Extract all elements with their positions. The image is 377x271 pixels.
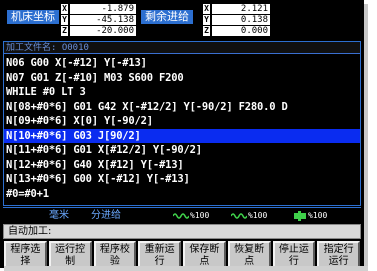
coordinate-panel: 机床坐标 X -1.879 Y -45.138 Z -20.000 剩余进给 X… <box>3 3 361 39</box>
feed-mode-indicator: 分进给 <box>91 210 121 221</box>
program-line-current[interactable]: N[10+#0*6] G03 J[90/2] <box>4 128 360 143</box>
program-line[interactable]: N[12+#0*6] G40 X[#12] Y[-#13] <box>4 158 360 173</box>
window-shadow-bottom <box>4 266 368 271</box>
rapid-bar-icon <box>294 211 306 221</box>
machine-axis-z: Z <box>61 26 68 36</box>
machine-coord-label: 机床坐标 <box>7 10 59 24</box>
machine-axis-y: Y <box>61 15 68 25</box>
mode-bar: 自动加工: <box>3 224 361 239</box>
remaining-axis-x: X <box>203 4 210 14</box>
program-line[interactable]: #0=#0+1 <box>4 187 360 202</box>
softkey-1[interactable]: 程序选择 <box>4 241 47 268</box>
program-code-list[interactable]: N06 G00 X[-#12] Y[-#13] N07 G01 Z[-#10] M… <box>4 56 360 201</box>
remaining-x-value: 2.121 <box>212 4 270 14</box>
remaining-y-value: 0.138 <box>212 15 270 25</box>
remaining-axis-y: Y <box>203 15 210 25</box>
machine-y-value: -45.138 <box>70 15 136 25</box>
softkey-bar: 程序选择 运行控制 程序校验 重新运行 保存断点 恢复断点 停止运行 指定行运行 <box>3 240 361 268</box>
softkey-8[interactable]: 指定行运行 <box>317 241 360 268</box>
spindle-override-value: %100 <box>248 211 268 220</box>
remaining-axis-z: Z <box>203 26 210 36</box>
softkey-5[interactable]: 保存断点 <box>183 241 226 268</box>
remaining-feed-label: 剩余进给 <box>141 10 193 24</box>
program-line[interactable]: N[13+#0*6] G00 X[-#12] Y[-#13] <box>4 172 360 187</box>
program-line[interactable]: WHILE #0 LT 3 <box>4 85 360 100</box>
program-line[interactable]: N07 G01 Z[-#10] M03 S600 F200 <box>4 71 360 86</box>
machine-z-value: -20.000 <box>70 26 136 36</box>
program-line[interactable]: N[11+#0*6] G01 X[#12/2] Y[-90/2] <box>4 143 360 158</box>
cnc-screen: 机床坐标 X -1.879 Y -45.138 Z -20.000 剩余进给 X… <box>0 0 364 268</box>
machine-x-value: -1.879 <box>70 4 136 14</box>
softkey-6[interactable]: 恢复断点 <box>227 241 271 268</box>
program-line[interactable]: N[08+#0*6] G01 G42 X[-#12/2] Y[-90/2] F2… <box>4 100 360 115</box>
auto-mode-label: 自动加工: <box>8 226 52 237</box>
spindle-wave-icon <box>231 213 247 219</box>
remaining-z-value: 0.000 <box>212 26 270 36</box>
machine-axis-x: X <box>61 4 68 14</box>
program-file-name: 加工文件名: O0010 <box>4 42 360 54</box>
program-panel: 加工文件名: O0010 N06 G00 X[-#12] Y[-#13] N07 … <box>3 41 361 206</box>
softkey-7[interactable]: 停止运行 <box>272 241 316 268</box>
program-line[interactable]: N06 G00 X[-#12] Y[-#13] <box>4 56 360 71</box>
softkey-2[interactable]: 运行控制 <box>48 241 92 268</box>
status-bar: 毫米 分进给 %100 %100 %100 <box>3 207 361 222</box>
softkey-4[interactable]: 重新运行 <box>138 241 181 268</box>
softkey-3[interactable]: 程序校验 <box>93 241 137 268</box>
feed-wave-icon <box>173 213 189 219</box>
feed-override-value: %100 <box>190 211 210 220</box>
rapid-override-value: %100 <box>308 211 328 220</box>
unit-indicator: 毫米 <box>49 210 69 221</box>
window-shadow-right <box>364 4 368 268</box>
program-line[interactable]: N[09+#0*6] X[0] Y[-90/2] <box>4 114 360 129</box>
